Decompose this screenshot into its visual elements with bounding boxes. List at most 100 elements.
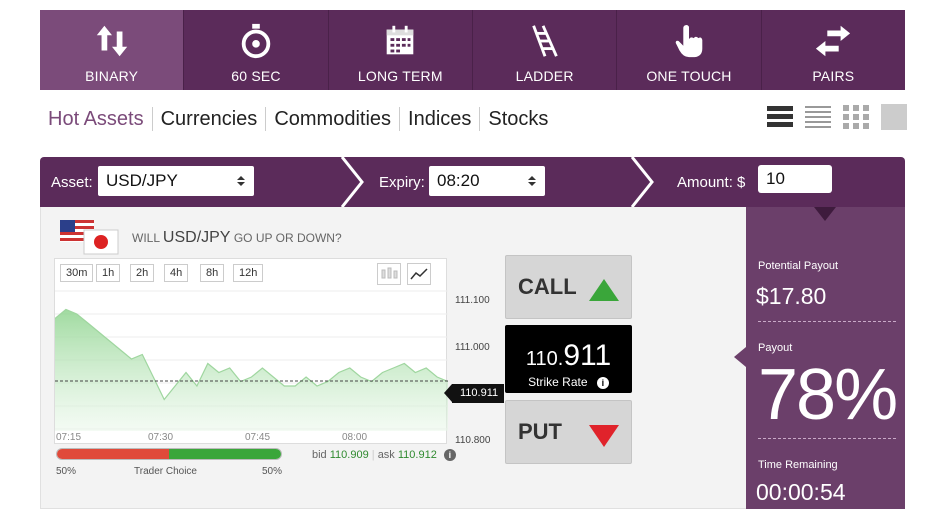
question-pre: WILL [132, 231, 160, 245]
ask-label: ask [377, 449, 395, 461]
quote-separator: | [371, 449, 375, 461]
strike-rate-major: 110. [525, 348, 564, 370]
payout-pointer [814, 207, 836, 221]
left-right-arrows-icon [816, 25, 851, 57]
list-large-view-icon[interactable] [767, 104, 793, 130]
product-nav: BINARY 60 SEC LONG TERM LADDER ONE TOUCH… [40, 10, 905, 90]
strike-rate-box: 110.911 Strike Rate i [505, 325, 632, 393]
x-tick-label: 07:45 [245, 432, 271, 443]
timeframe-30m[interactable]: 30m [60, 264, 94, 282]
nav-label: LADDER [515, 68, 574, 84]
question-post: GO UP OR DOWN? [233, 231, 342, 245]
bid-value: 110.909 [329, 449, 369, 461]
divider [758, 321, 896, 322]
price-area-chart [54, 290, 449, 431]
put-share-fill [57, 449, 169, 459]
asset-label: Asset: [51, 174, 93, 191]
call-percent: 50% [262, 466, 283, 477]
y-tick-label: 110.800 [455, 435, 491, 446]
nav-label: 60 SEC [231, 68, 281, 84]
bid-label: bid [312, 449, 327, 461]
chevron-divider [630, 157, 654, 207]
time-remaining-value: 00:00:54 [756, 479, 846, 505]
trade-selector-bar: Asset: USD/JPY Expiry: 08:20 Amount: $ 1… [40, 157, 905, 207]
y-tick-label: 111.100 [455, 295, 490, 306]
y-tick-label: 111.000 [455, 342, 490, 353]
x-tick-label: 07:15 [56, 432, 82, 443]
nav-label: BINARY [85, 68, 139, 84]
potential-payout-label: Potential Payout [758, 260, 839, 272]
category-tabs: Hot Assets Currencies Commodities Indice… [48, 107, 556, 131]
select-arrows-icon [237, 176, 245, 186]
amount-input[interactable]: 10 [758, 165, 832, 193]
chevron-divider [340, 157, 364, 207]
candlestick-icon [381, 267, 398, 279]
hand-pointer-icon [675, 25, 703, 58]
nav-label: ONE TOUCH [646, 68, 732, 84]
amount-label: Amount: $ [677, 174, 746, 191]
bid-ask-quote: bid 110.909 | ask 110.912 i [312, 449, 456, 461]
timeframe-1h[interactable]: 1h [96, 264, 121, 282]
payout-label: Payout [758, 342, 793, 354]
call-button-label: CALL [518, 274, 577, 299]
tab-commodities[interactable]: Commodities [266, 107, 401, 131]
nav-label: LONG TERM [357, 68, 443, 84]
triangle-up-icon [589, 279, 619, 301]
timeframe-4h[interactable]: 4h [164, 264, 189, 282]
question-asset: USD/JPY [162, 229, 231, 246]
tab-stocks[interactable]: Stocks [480, 107, 556, 131]
trader-choice-bar [56, 448, 282, 460]
triangle-down-icon [589, 425, 619, 447]
nav-label: PAIRS [812, 68, 855, 84]
nav-one-touch[interactable]: ONE TOUCH [617, 10, 762, 90]
asset-select-value: USD/JPY [106, 171, 178, 190]
x-tick-label: 08:00 [342, 432, 368, 443]
current-price-tag: 110.911 [444, 384, 504, 403]
timeframe-2h[interactable]: 2h [130, 264, 155, 282]
strike-rate-minor: 911 [563, 339, 612, 372]
tab-hot-assets[interactable]: Hot Assets [48, 107, 153, 131]
nav-long-term[interactable]: LONG TERM [329, 10, 473, 90]
put-percent: 50% [56, 466, 77, 477]
asset-select[interactable]: USD/JPY [98, 166, 254, 196]
stopwatch-icon [241, 23, 271, 59]
timeframe-12h[interactable]: 12h [233, 264, 264, 282]
payout-panel: Potential Payout $17.80 Payout 78% Time … [734, 207, 905, 509]
trade-question: WILL USD/JPY GO UP OR DOWN? [132, 229, 342, 247]
timeframe-8h[interactable]: 8h [200, 264, 225, 282]
potential-payout-value: $17.80 [756, 283, 827, 309]
divider [758, 438, 896, 439]
info-icon[interactable]: i [596, 377, 609, 389]
strike-rate-label: Strike Rate i [505, 375, 632, 389]
usd-jpy-flags-icon [60, 220, 119, 255]
put-button[interactable]: PUT [505, 400, 632, 464]
info-icon[interactable]: i [443, 449, 456, 461]
line-chart-icon [410, 268, 428, 280]
expiry-select-value: 08:20 [437, 171, 480, 190]
tab-indices[interactable]: Indices [400, 107, 481, 131]
select-arrows-icon [528, 176, 536, 186]
nav-pairs[interactable]: PAIRS [762, 10, 905, 90]
nav-60-sec[interactable]: 60 SEC [184, 10, 329, 90]
call-button[interactable]: CALL [505, 255, 632, 319]
candlestick-chart-button[interactable] [377, 263, 401, 285]
nav-ladder[interactable]: LADDER [473, 10, 618, 90]
expiry-select[interactable]: 08:20 [429, 166, 545, 196]
strike-rate-label-text: Strike Rate [528, 375, 588, 389]
list-compact-view-icon[interactable] [805, 104, 831, 130]
payout-percent: 78% [758, 355, 898, 435]
time-remaining-label: Time Remaining [758, 459, 838, 471]
trader-choice-label: Trader Choice [134, 466, 197, 477]
x-tick-label: 07:30 [148, 432, 174, 443]
strike-rate-value: 110.911 [505, 339, 632, 373]
payout-side-pointer [734, 347, 746, 367]
nav-binary[interactable]: BINARY [40, 10, 185, 90]
calendar-icon [387, 25, 414, 55]
tab-currencies[interactable]: Currencies [153, 107, 267, 131]
put-button-label: PUT [518, 419, 562, 444]
single-view-icon[interactable] [881, 104, 907, 130]
line-chart-button[interactable] [407, 263, 431, 285]
grid-view-icon[interactable] [843, 104, 869, 130]
ask-value: 110.912 [397, 449, 437, 461]
ladder-icon [531, 25, 558, 57]
